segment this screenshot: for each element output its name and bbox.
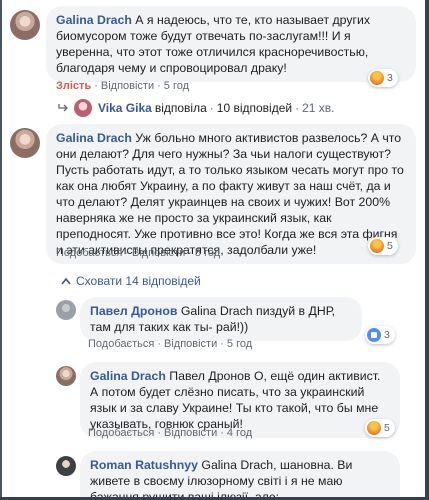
reaction-count: 5 [384,422,390,434]
comment-time[interactable]: 5 год [164,80,189,92]
comment-text: Уж больно много активистов развелось? А … [56,131,404,257]
reaction-count: 5 [387,240,393,252]
reply-link[interactable]: Відповісти [164,427,217,439]
chevron-up-icon [61,277,71,285]
replier-name[interactable]: Vika Gika [98,101,152,115]
reaction-badge[interactable]: 5 [365,419,395,437]
like-link[interactable]: Подобається [88,338,154,350]
reply-link[interactable]: Відповісти [164,338,217,350]
hide-replies-label[interactable]: Сховати 14 відповідей [76,274,201,288]
angry-reaction-icon [367,421,381,435]
reply-author[interactable]: Павел Дронов [90,304,177,318]
reply-actions: Подобається · Відповісти · 5 год [88,338,253,350]
reply-author[interactable]: Galina Drach [90,369,166,383]
avatar-pavel-dronov[interactable] [56,300,76,320]
reaction-badge[interactable]: 5 [368,237,398,255]
replies-ago: 21 хв. [302,101,335,115]
like-link[interactable]: Подобається [56,247,122,259]
reply-actions: Подобається · Відповісти · 4 год [88,427,253,439]
comment-bubble: Galina Drach Уж больно много активистов … [46,124,416,264]
reaction-count: 3 [384,329,390,341]
angry-reaction-icon [370,71,384,85]
comment-author[interactable]: Galina Drach [56,13,132,27]
comment-time[interactable]: 5 год [195,247,220,259]
reaction-liked-link[interactable]: Злість [56,80,91,92]
reply-author[interactable]: Roman Ratushnyy [90,458,198,472]
like-reaction-icon [367,328,381,342]
reply-arrow-icon [58,104,68,112]
window-frame-right [425,0,429,500]
avatar-vika-gika [74,99,92,117]
comment-bubble: Galina Drach А я надеюсь, что те, кто на… [46,6,416,82]
window-frame-left [0,0,2,500]
reaction-badge[interactable]: 3 [368,69,398,87]
avatar-roman-ratushnyy[interactable] [56,456,76,476]
avatar-galina-drach[interactable] [10,10,40,40]
comment-author[interactable]: Galina Drach [56,131,132,145]
reply-link[interactable]: Відповісти [132,247,185,259]
replies-summary[interactable]: Vika Gika відповіла · 10 відповідей · 21… [58,99,334,117]
replier-verb: відповіла [154,101,207,115]
reply-bubble: Roman Ratushnyy Galina Drach, шановна. В… [80,451,400,500]
avatar-galina-drach[interactable] [56,366,76,386]
reaction-count: 3 [387,72,393,84]
reply-time[interactable]: 4 год [227,427,252,439]
reply-bubble: Павел Дронов Galina Drach пиздуй в ДНР, … [80,297,362,341]
angry-reaction-icon [370,239,384,253]
avatar-galina-drach[interactable] [10,128,40,158]
reply-time[interactable]: 5 год [227,338,252,350]
replies-count[interactable]: 10 відповідей [217,101,292,115]
reply-link[interactable]: Відповісти [101,80,154,92]
reaction-badge[interactable]: 3 [365,326,395,344]
comment-actions: Подобається · Відповісти · 5 год [56,247,221,259]
hide-replies-link[interactable]: Сховати 14 відповідей [60,274,201,288]
like-link[interactable]: Подобається [88,427,154,439]
comment-actions: Злість · Відповісти · 5 год [56,80,190,92]
